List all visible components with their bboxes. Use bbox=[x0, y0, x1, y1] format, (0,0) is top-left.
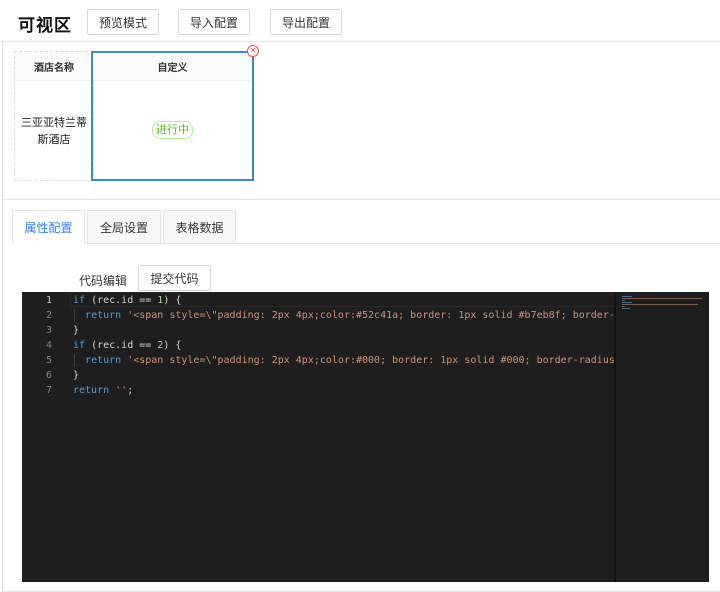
line-number: 4 bbox=[45, 340, 52, 351]
code-token: '<span style=\"padding: 2px 4px;color:#5… bbox=[127, 310, 627, 321]
line-number: 2 bbox=[45, 310, 52, 321]
column-header: 自定义 bbox=[93, 53, 252, 81]
minimap-line bbox=[622, 308, 630, 309]
code-line: 6} bbox=[22, 368, 662, 383]
code-token: ; bbox=[127, 385, 134, 396]
code-token: return bbox=[85, 310, 122, 321]
minimap-line bbox=[622, 306, 625, 307]
code-line: 2 return '<span style=\"padding: 2px 4px… bbox=[22, 308, 662, 323]
tab-attribute-config[interactable]: 属性配置 bbox=[12, 210, 85, 244]
submit-code-button[interactable]: 提交代码 bbox=[138, 265, 211, 291]
code-token: '' bbox=[115, 385, 128, 396]
editor-minimap[interactable] bbox=[614, 292, 709, 582]
code-text: if (rec.id == 2) { bbox=[73, 338, 181, 353]
code-line: 4 if (rec.id == 2) { bbox=[22, 338, 662, 353]
code-text: } bbox=[73, 323, 79, 338]
table-cell: 三亚亚特兰蒂斯酒店 bbox=[21, 115, 87, 146]
code-token: } bbox=[73, 325, 80, 336]
line-number: 5 bbox=[45, 355, 52, 366]
code-edit-label: 代码编辑 bbox=[79, 274, 128, 288]
tab-table-data[interactable]: 表格数据 bbox=[163, 210, 236, 244]
code-token: if bbox=[73, 295, 86, 306]
code-line: 1 if (rec.id == 1) { bbox=[22, 293, 662, 308]
code-line: 3} bbox=[22, 323, 662, 338]
import-config-button[interactable]: 导入配置 bbox=[178, 9, 250, 35]
table-cell: 进行中 bbox=[93, 81, 252, 179]
export-config-button[interactable]: 导出配置 bbox=[270, 9, 342, 35]
line-number: 1 bbox=[45, 295, 52, 306]
minimap-line bbox=[622, 304, 698, 305]
minimap-line bbox=[622, 302, 632, 303]
preview-mode-button[interactable]: 预览模式 bbox=[87, 9, 159, 35]
code-editor[interactable]: 1 if (rec.id == 1) {2 return '<span style… bbox=[22, 292, 709, 582]
code-token: if bbox=[73, 340, 86, 351]
code-token: (rec.id == bbox=[85, 295, 158, 306]
code-token: (rec.id == bbox=[85, 340, 158, 351]
code-text: return '<span style=\"padding: 2px 4px;c… bbox=[73, 353, 621, 368]
visual-canvas: 酒店名称 三亚亚特兰蒂斯酒店 自定义 进行中 bbox=[2, 42, 720, 200]
column-hotel-name[interactable]: 酒店名称 三亚亚特兰蒂斯酒店 bbox=[14, 51, 94, 181]
code-token: ) { bbox=[163, 340, 182, 351]
code-text: } bbox=[73, 368, 79, 383]
code-line: 5 return '<span style=\"padding: 2px 4px… bbox=[22, 353, 662, 368]
top-toolbar: 可视区 预览模式 导入配置 导出配置 bbox=[0, 0, 720, 42]
code-token: '<span style=\"padding: 2px 4px;color:#0… bbox=[127, 355, 621, 366]
config-tabs: 属性配置 全局设置 表格数据 bbox=[12, 210, 720, 244]
code-token: } bbox=[73, 370, 80, 381]
close-icon[interactable]: × bbox=[247, 45, 259, 57]
code-token: return bbox=[85, 355, 122, 366]
column-header: 酒店名称 bbox=[15, 52, 93, 81]
tab-global-settings[interactable]: 全局设置 bbox=[87, 210, 161, 244]
minimap-line bbox=[622, 296, 632, 297]
column-custom-selected[interactable]: 自定义 进行中 bbox=[91, 51, 254, 181]
code-text: return ''; bbox=[73, 383, 133, 398]
line-number: 3 bbox=[45, 325, 52, 336]
minimap-line bbox=[622, 298, 702, 299]
code-text: if (rec.id == 1) { bbox=[73, 293, 181, 308]
code-token: return bbox=[73, 385, 110, 396]
code-token: ) { bbox=[163, 295, 182, 306]
status-badge: 进行中 bbox=[152, 121, 193, 139]
page-title: 可视区 bbox=[18, 16, 72, 36]
line-number: 7 bbox=[45, 385, 52, 396]
code-line: 7 return ''; bbox=[22, 383, 662, 398]
line-number: 6 bbox=[45, 370, 52, 381]
minimap-line bbox=[622, 300, 625, 301]
code-text: return '<span style=\"padding: 2px 4px;c… bbox=[73, 308, 627, 323]
